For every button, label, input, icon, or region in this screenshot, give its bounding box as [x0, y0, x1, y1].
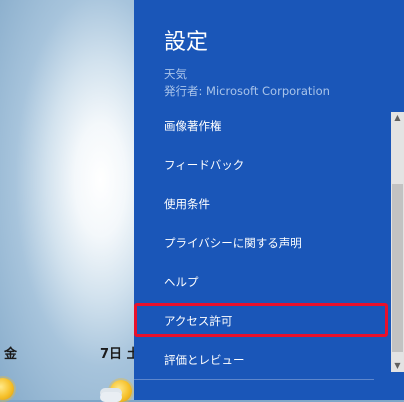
app-name: 天気 — [164, 67, 187, 81]
settings-panel: 設定 天気 発行者: Microsoft Corporation 画像著作権 フ… — [134, 0, 404, 400]
menu-item-terms-of-use[interactable]: 使用条件 — [164, 196, 210, 212]
menu-item-rate-and-review[interactable]: 評価とレビュー — [164, 352, 245, 368]
scroll-down-arrow-icon[interactable]: ▼ — [391, 360, 404, 372]
menu-item-image-copyright[interactable]: 画像著作権 — [164, 118, 222, 134]
menu-item-help[interactable]: ヘルプ — [164, 274, 199, 290]
menu-item-privacy-statement[interactable]: プライバシーに関する声明 — [164, 235, 302, 251]
scrollbar-thumb[interactable] — [392, 184, 403, 352]
forecast-day-friday: 金 — [4, 347, 18, 362]
menu-item-feedback[interactable]: フィードバック — [164, 157, 244, 173]
weather-background — [0, 0, 134, 400]
menu-divider — [134, 379, 374, 380]
app-publisher: 発行者: Microsoft Corporation — [164, 84, 330, 98]
scroll-up-arrow-icon[interactable]: ▲ — [391, 112, 404, 124]
settings-title: 設定 — [164, 30, 209, 55]
cloud-icon — [100, 392, 122, 402]
permissions-highlight-frame — [134, 303, 388, 337]
